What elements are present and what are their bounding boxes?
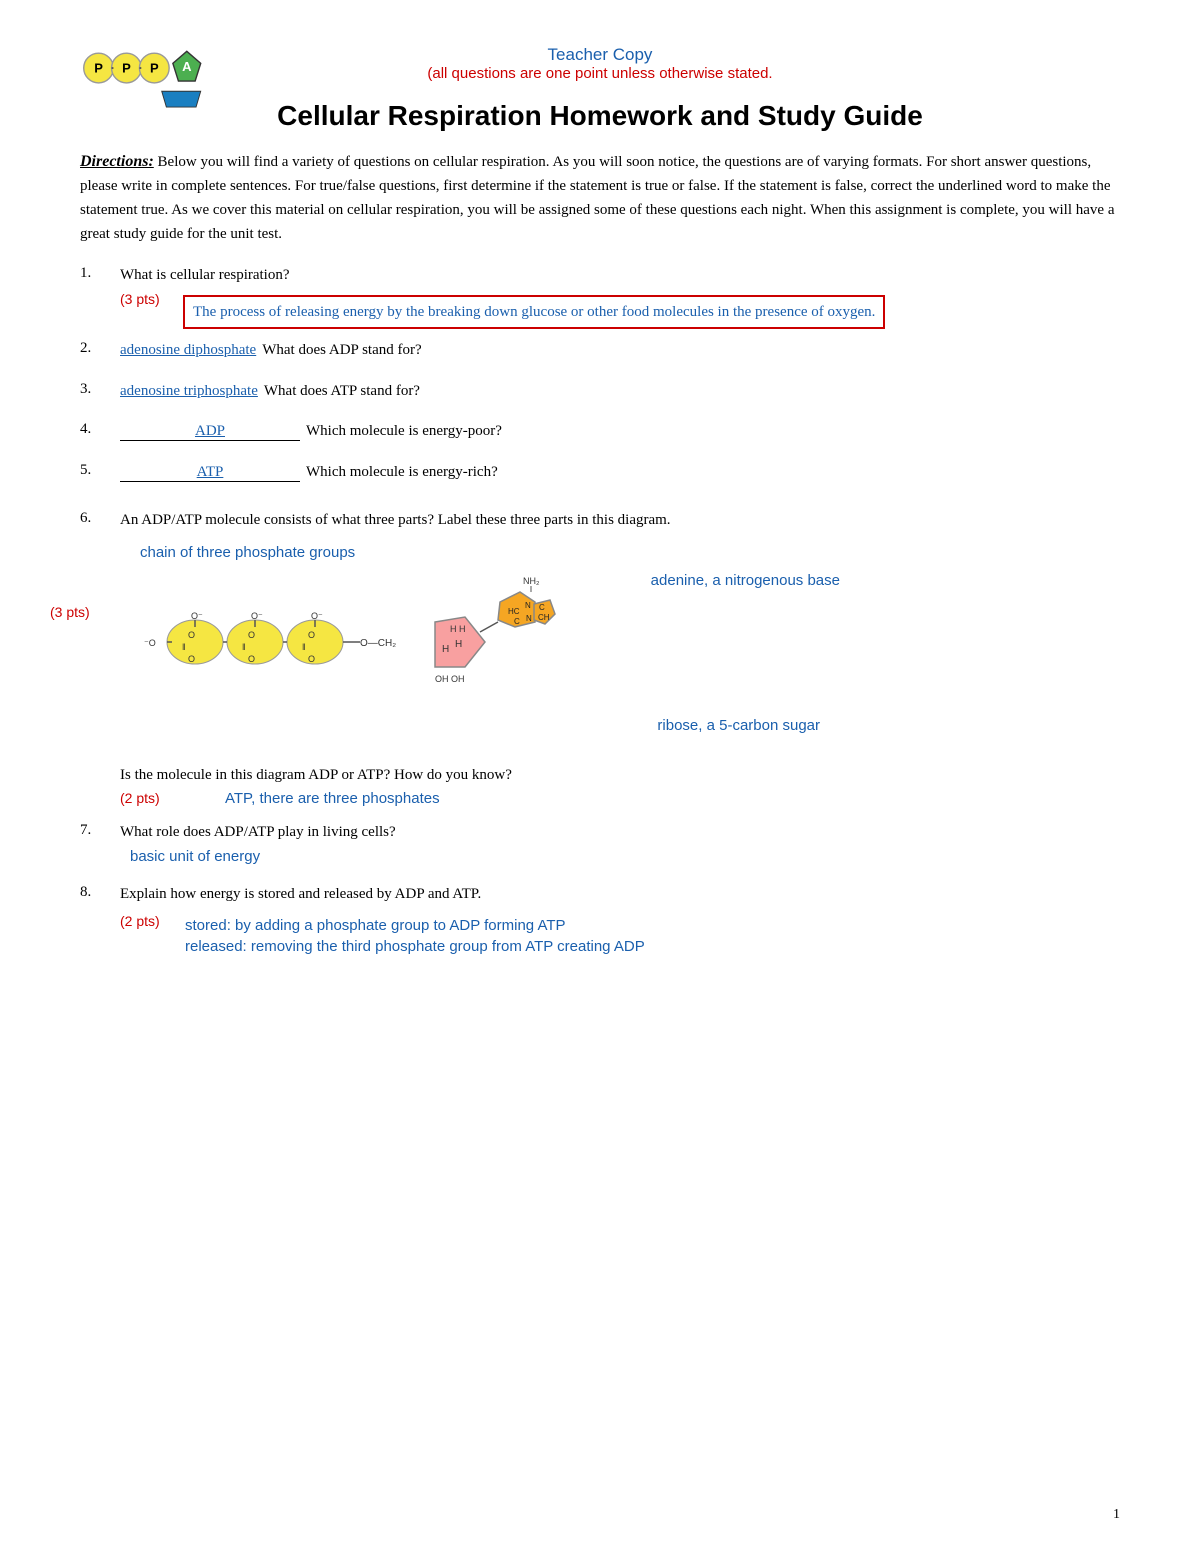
q7-answer: basic unit of energy: [130, 848, 1120, 865]
svg-text:CH: CH: [538, 613, 550, 622]
svg-text:O: O: [188, 654, 195, 664]
svg-text:O: O: [308, 654, 315, 664]
svg-text:H: H: [455, 639, 462, 650]
q8-body: Explain how energy is stored and release…: [120, 883, 1120, 910]
q4-num: 4.: [80, 420, 120, 451]
q2-body: adenosine diphosphate What does ADP stan…: [120, 339, 1120, 370]
svg-text:N: N: [526, 614, 532, 623]
q8-text: Explain how energy is stored and release…: [120, 883, 1120, 906]
svg-text:‖: ‖: [182, 642, 186, 652]
svg-text:NH₂: NH₂: [523, 576, 540, 586]
adenine-label: adenine, a nitrogenous base: [651, 572, 840, 589]
logo-svg: P P P A: [80, 40, 210, 110]
phosphate-label: chain of three phosphate groups: [140, 544, 355, 561]
q2-answer: adenosine diphosphate: [120, 342, 256, 359]
q4-answer: ADP: [120, 423, 300, 441]
svg-text:HC: HC: [508, 607, 520, 616]
svg-text:O⁻: O⁻: [191, 611, 203, 621]
q4-body: ADP Which molecule is energy-poor?: [120, 420, 1120, 451]
question-row: 1. What is cellular respiration? (3 pts)…: [80, 264, 1120, 329]
q1-text: What is cellular respiration?: [120, 264, 1120, 287]
teacher-copy-label: Teacher Copy: [427, 45, 772, 65]
question-row: 2. adenosine diphosphate What does ADP s…: [80, 339, 1120, 370]
svg-text:OH OH: OH OH: [435, 674, 465, 684]
q6-sub-answer: ATP, there are three phosphates: [225, 790, 440, 807]
svg-text:P: P: [150, 61, 159, 76]
svg-text:O⁻: O⁻: [311, 611, 323, 621]
q8-pts: (2 pts): [120, 913, 175, 929]
svg-text:C: C: [539, 603, 545, 612]
q5-body: ATP Which molecule is energy-rich?: [120, 461, 1120, 492]
q1-answer: The process of releasing energy by the b…: [183, 295, 885, 330]
q6-diagram-area: (3 pts) chain of three phosphate groups …: [120, 544, 1120, 744]
svg-text:P: P: [94, 61, 103, 76]
atp-diagram-svg: O ‖ O O⁻ O ‖ O O⁻ O ‖ O: [140, 562, 560, 737]
svg-text:C: C: [514, 617, 520, 626]
svg-text:O: O: [248, 630, 255, 640]
svg-text:H: H: [442, 644, 449, 655]
q2-num: 2.: [80, 339, 120, 370]
q8-num: 8.: [80, 883, 120, 910]
svg-text:⁻O: ⁻O: [144, 638, 156, 648]
teacher-info: Teacher Copy (all questions are one poin…: [427, 40, 772, 82]
logo: P P P A: [80, 40, 210, 115]
q3-text: What does ATP stand for?: [264, 380, 420, 403]
question-row: 7. What role does ADP/ATP play in living…: [80, 821, 1120, 865]
q7-header: 7. What role does ADP/ATP play in living…: [80, 821, 1120, 865]
question-row: 3. adenosine triphosphate What does ATP …: [80, 380, 1120, 411]
questions-area: 1. What is cellular respiration? (3 pts)…: [80, 264, 1120, 955]
q8-header: 8. Explain how energy is stored and rele…: [80, 883, 1120, 910]
svg-text:O: O: [308, 630, 315, 640]
q1-pts: (3 pts): [120, 291, 175, 307]
q6-pts: (3 pts): [50, 604, 105, 620]
q6-header: 6. An ADP/ATP molecule consists of what …: [80, 509, 1120, 536]
ribose-label: ribose, a 5-carbon sugar: [657, 717, 820, 734]
q2-text: What does ADP stand for?: [262, 339, 421, 362]
q5-num: 5.: [80, 461, 120, 492]
q8-answer-line1: stored: by adding a phosphate group to A…: [185, 917, 645, 934]
all-questions-label: (all questions are one point unless othe…: [427, 65, 772, 82]
q5-text: Which molecule is energy-rich?: [306, 461, 498, 484]
svg-text:O: O: [188, 630, 195, 640]
q8-answers: stored: by adding a phosphate group to A…: [185, 913, 645, 955]
q8-answer-area: (2 pts) stored: by adding a phosphate gr…: [120, 913, 1120, 955]
svg-text:O: O: [248, 654, 255, 664]
q3-answer: adenosine triphosphate: [120, 383, 258, 400]
question-row: 4. ADP Which molecule is energy-poor?: [80, 420, 1120, 451]
q5-answer: ATP: [120, 464, 300, 482]
q6-num: 6.: [80, 509, 120, 536]
header: P P P A Teacher Copy (all questions are …: [80, 40, 1120, 82]
question-row: 5. ATP Which molecule is energy-rich?: [80, 461, 1120, 492]
svg-text:H H: H H: [450, 624, 466, 634]
page-number: 1: [1113, 1507, 1120, 1523]
svg-text:‖: ‖: [302, 642, 306, 652]
question-row: 8. Explain how energy is stored and rele…: [80, 883, 1120, 956]
q7-body: What role does ADP/ATP play in living ce…: [120, 821, 1120, 865]
q1-num: 1.: [80, 264, 120, 329]
q6-text: An ADP/ATP molecule consists of what thr…: [120, 509, 1120, 532]
q7-num: 7.: [80, 821, 120, 865]
svg-text:‖: ‖: [242, 642, 246, 652]
svg-text:O—CH₂: O—CH₂: [360, 638, 396, 649]
svg-text:P: P: [122, 61, 131, 76]
q4-text: Which molecule is energy-poor?: [306, 420, 502, 443]
q3-body: adenosine triphosphate What does ATP sta…: [120, 380, 1120, 411]
diagram-wrapper: chain of three phosphate groups O ‖ O O⁻…: [120, 544, 870, 744]
page-title: Cellular Respiration Homework and Study …: [80, 100, 1120, 132]
question-row: 6. An ADP/ATP molecule consists of what …: [80, 509, 1120, 807]
directions-block: Directions: Below you will find a variet…: [80, 150, 1120, 246]
directions-text: Below you will find a variety of questio…: [80, 154, 1114, 242]
q6-body: An ADP/ATP molecule consists of what thr…: [120, 509, 1120, 536]
q6-sub: Is the molecule in this diagram ADP or A…: [120, 752, 1120, 808]
q6-sub-text: Is the molecule in this diagram ADP or A…: [120, 764, 1120, 787]
q8-answer-line2: released: removing the third phosphate g…: [185, 938, 645, 955]
q1-body: What is cellular respiration? (3 pts) Th…: [120, 264, 1120, 329]
q7-text: What role does ADP/ATP play in living ce…: [120, 821, 1120, 844]
q6-sub-pts: (2 pts): [120, 790, 175, 806]
svg-text:A: A: [182, 59, 192, 74]
q3-num: 3.: [80, 380, 120, 411]
svg-text:N: N: [525, 601, 531, 610]
svg-text:O⁻: O⁻: [251, 611, 263, 621]
directions-label: Directions:: [80, 153, 154, 170]
